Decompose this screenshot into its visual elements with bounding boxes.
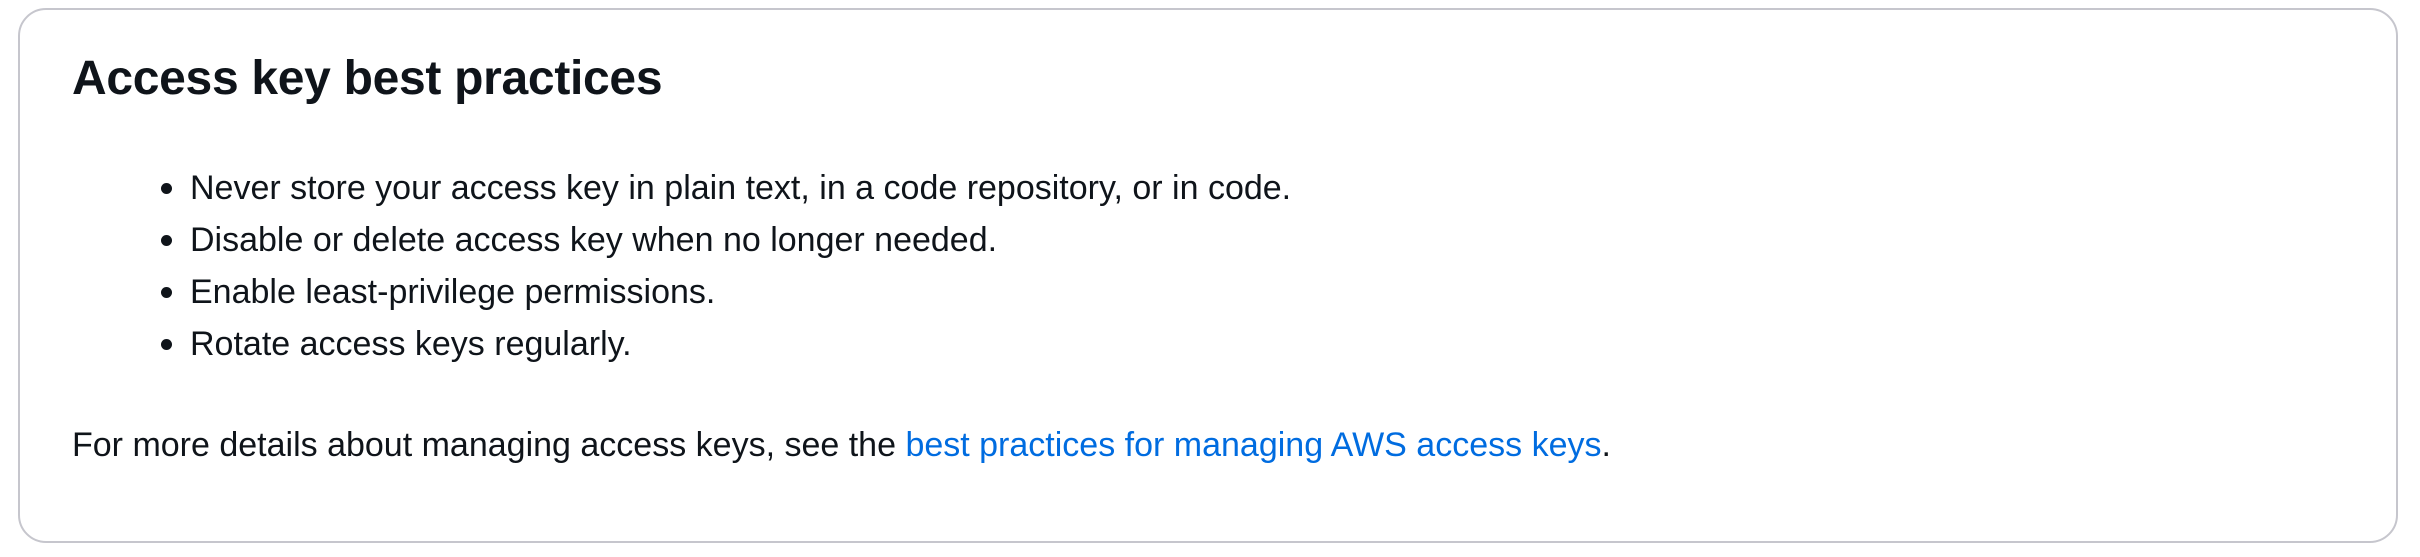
more-details-text: For more details about managing access k… bbox=[72, 420, 1611, 470]
best-practices-link[interactable]: best practices for managing AWS access k… bbox=[905, 426, 1601, 464]
best-practices-list: Never store your access key in plain tex… bbox=[72, 162, 1291, 370]
list-item: Rotate access keys regularly. bbox=[160, 318, 1291, 370]
card-title: Access key best practices bbox=[72, 52, 663, 105]
best-practices-card: Access key best practices Never store yo… bbox=[18, 8, 2398, 543]
list-item: Disable or delete access key when no lon… bbox=[160, 214, 1291, 266]
list-item: Never store your access key in plain tex… bbox=[160, 162, 1291, 214]
more-details-suffix: . bbox=[1601, 426, 1611, 464]
more-details-prefix: For more details about managing access k… bbox=[72, 426, 906, 464]
list-item: Enable least-privilege permissions. bbox=[160, 266, 1291, 318]
